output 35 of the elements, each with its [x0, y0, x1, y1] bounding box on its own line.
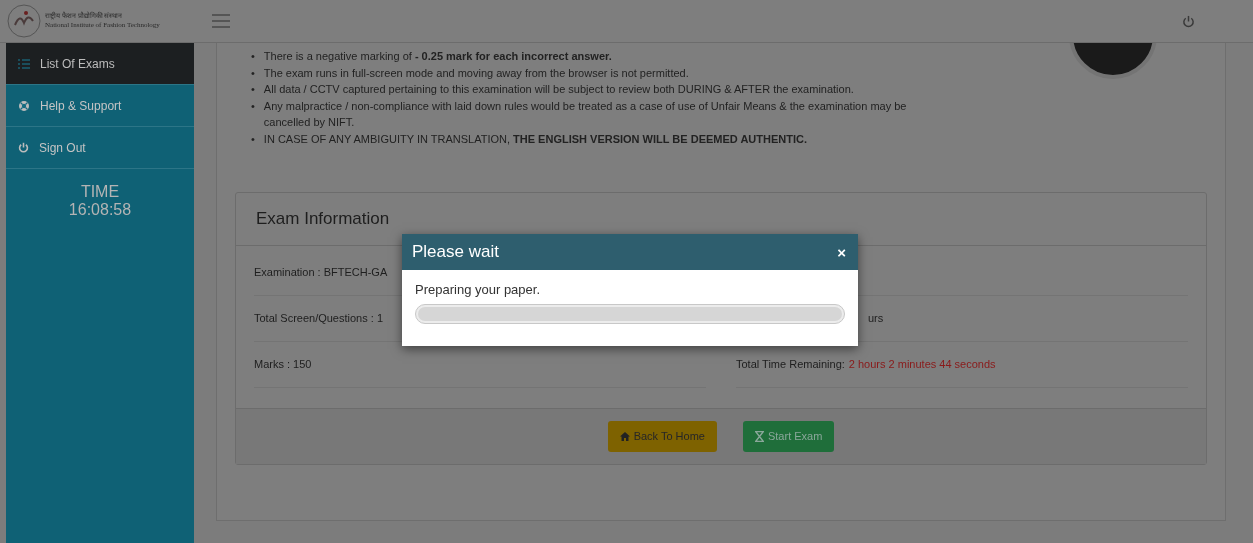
- bullet: •: [251, 65, 255, 81]
- info-text: Total Screen/Questions : 1: [254, 312, 383, 325]
- start-button[interactable]: Start Exam: [742, 420, 835, 452]
- instruction-text: There is a negative marking of - 0.25 mark for each incorrect answer.: [263, 49, 612, 64]
- time-value: 16:08:58: [67, 201, 133, 219]
- sidebar-item[interactable]: Sign Out: [6, 127, 194, 169]
- home-button[interactable]: Back To Home: [607, 420, 717, 452]
- dialog-message: Preparing your paper.: [415, 282, 542, 297]
- info-text: Marks : 150: [254, 358, 312, 371]
- sidebar-item[interactable]: List Of Exams: [6, 43, 194, 85]
- power-icon: [18, 142, 29, 153]
- sidebar-item[interactable]: Help & Support: [6, 85, 194, 127]
- info-text: urs: [868, 312, 884, 325]
- bullet: •: [251, 131, 255, 147]
- bullet: •: [251, 49, 255, 64]
- logo-emblem-icon: [6, 3, 42, 39]
- lifebuoy-icon: [18, 99, 30, 112]
- home-icon: [619, 431, 630, 441]
- list-icon: [18, 58, 30, 69]
- hourglass-icon: [754, 430, 764, 442]
- time-remaining-value: 2 hours 2 minutes 44 seconds: [848, 358, 996, 371]
- bullet: •: [251, 98, 255, 114]
- menu-icon[interactable]: [212, 14, 230, 28]
- instruction-text: All data / CCTV captured pertaining to this examination will be subject to review both DURING & AFTER the examination.: [263, 82, 854, 98]
- instruction-text: IN CASE OF ANY AMBIGUITY IN TRANSLATION, THE ENGLISH VERSION WILL BE DEEMED AUTHENTIC.: [263, 131, 807, 147]
- bullet: •: [251, 82, 255, 98]
- power-icon[interactable]: [1182, 14, 1195, 28]
- info-text: Examination : BFTECH-GA: [254, 266, 388, 279]
- close-button[interactable]: ×: [833, 243, 850, 261]
- dialog-title: Please wait: [412, 242, 499, 262]
- instruction-text: Any malpractice / non-compliance with laid down rules would be treated as a case of use of Unfair Means & the examination may be cancelled by NIFT.: [263, 98, 908, 131]
- time-label: TIME: [79, 183, 121, 201]
- info-text: Total Time Remaining:: [736, 358, 845, 371]
- card-title: Exam Information: [256, 208, 390, 229]
- instruction-text: The exam runs in full-screen mode and moving away from the browser is not permitted.: [263, 65, 689, 81]
